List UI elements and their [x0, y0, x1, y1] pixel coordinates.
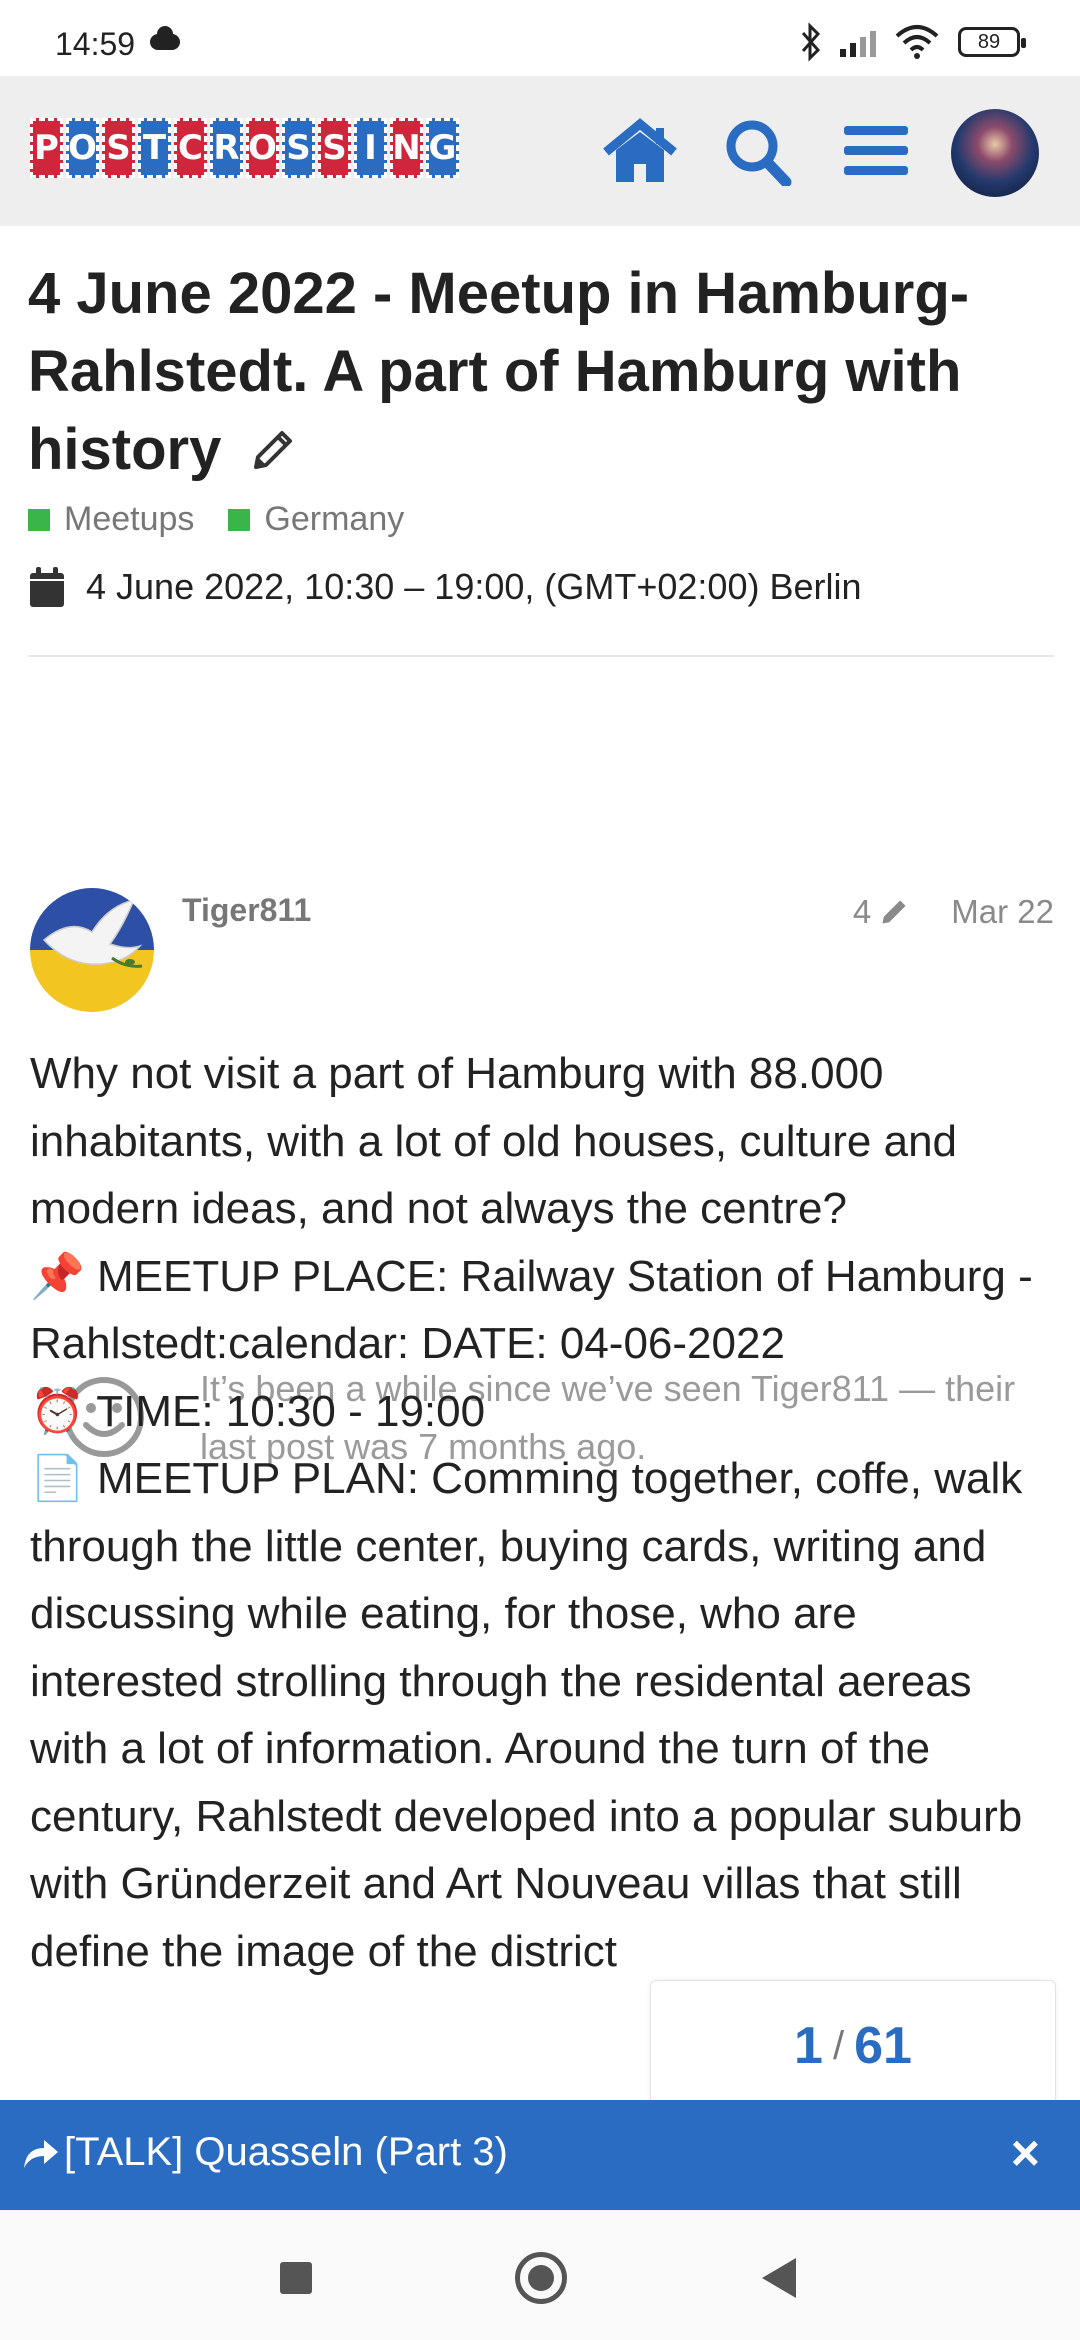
category-color-badge	[228, 508, 251, 531]
post-meta: 4 Mar 22	[853, 893, 1054, 931]
logo-letter: O	[66, 118, 99, 178]
menu-icon[interactable]	[836, 116, 916, 186]
divider	[28, 655, 1054, 657]
status-icons: 89	[800, 22, 1026, 62]
poster-username[interactable]: Tiger811	[182, 892, 311, 929]
status-time: 14:59	[55, 26, 136, 62]
bluetooth-icon	[801, 22, 821, 62]
inactivity-notice: It’s been a while since we’ve seen Tiger…	[0, 660, 1080, 1467]
logo-letter: G	[426, 118, 459, 178]
post-body: Why not visit a part of Hamburg with 88.…	[30, 1040, 1060, 1985]
event-datetime-text: 4 June 2022, 10:30 – 19:00, (GMT+02:00) …	[86, 566, 862, 607]
logo-letter: T	[138, 118, 171, 178]
wifi-icon	[895, 25, 939, 59]
status-bar: 14:59 89	[0, 0, 1080, 76]
post-paragraph: 📌 MEETUP PLACE: Railway Station of Hambu…	[30, 1251, 1033, 1369]
category-label: Meetups	[64, 500, 195, 538]
category-color-badge	[28, 508, 50, 531]
home-icon[interactable]	[600, 116, 680, 186]
calendar-icon	[30, 567, 64, 607]
suggested-topic-label[interactable]: [TALK] Quasseln (Part 3)	[64, 2130, 508, 2175]
progress-separator: /	[832, 2023, 845, 2068]
logo-letter: C	[174, 118, 207, 178]
edit-pencil-icon[interactable]	[248, 425, 298, 475]
post-paragraph: 📄 MEETUP PLAN: Comming together, coffe, …	[30, 1454, 1023, 1976]
back-button[interactable]	[762, 2258, 796, 2298]
logo-letter: I	[354, 118, 387, 178]
logo-letter: O	[246, 118, 279, 178]
logo-letter: P	[30, 118, 63, 178]
category-list: Meetups Germany	[28, 500, 404, 539]
event-date[interactable]: 4 June 2022, 10:30 – 19:00, (GMT+02:00) …	[28, 565, 862, 609]
post-paragraph: ⏰ TIME: 10:30 - 19:00	[30, 1386, 486, 1436]
category-germany[interactable]: Germany	[228, 500, 404, 539]
postcrossing-logo[interactable]: POSTCROSSING	[30, 118, 459, 178]
edit-pencil-icon	[882, 900, 906, 924]
post-date[interactable]: Mar 22	[951, 893, 1054, 931]
battery-icon: 89	[958, 27, 1026, 57]
topic-title: 4 June 2022 - Meetup in Hamburg-Rahlsted…	[28, 255, 1038, 489]
poster-avatar[interactable]	[30, 888, 154, 1012]
battery-level: 89	[977, 30, 1001, 53]
topic-progress[interactable]: 1 / 61	[650, 1980, 1056, 2112]
suggested-topic-bar[interactable]: [TALK] Quasseln (Part 3) ×	[0, 2100, 1080, 2210]
logo-letter: S	[282, 118, 315, 178]
logo-letter: N	[390, 118, 423, 178]
close-icon[interactable]: ×	[1011, 2124, 1040, 2182]
recent-apps-button[interactable]	[280, 2262, 312, 2294]
topic-title-text: 4 June 2022 - Meetup in Hamburg-Rahlsted…	[28, 261, 970, 482]
logo-letter: R	[210, 118, 243, 178]
post-paragraph: Why not visit a part of Hamburg with 88.…	[30, 1049, 958, 1233]
home-button[interactable]	[515, 2252, 567, 2304]
edit-history[interactable]: 4	[853, 893, 911, 931]
category-label: Germany	[264, 500, 405, 538]
logo-letter: S	[318, 118, 351, 178]
user-avatar[interactable]	[951, 109, 1039, 197]
progress-total: 61	[854, 2017, 912, 2075]
category-meetups[interactable]: Meetups	[28, 500, 194, 539]
edit-count: 4	[852, 893, 872, 930]
signal-icon	[840, 27, 876, 57]
app-header: POSTCROSSING	[0, 76, 1080, 226]
dove-avatar-image	[30, 888, 154, 1012]
cloud-icon	[150, 26, 180, 50]
search-icon[interactable]	[720, 116, 800, 186]
share-arrow-icon	[24, 2140, 58, 2168]
logo-letter: S	[102, 118, 135, 178]
progress-current: 1	[794, 2017, 823, 2075]
